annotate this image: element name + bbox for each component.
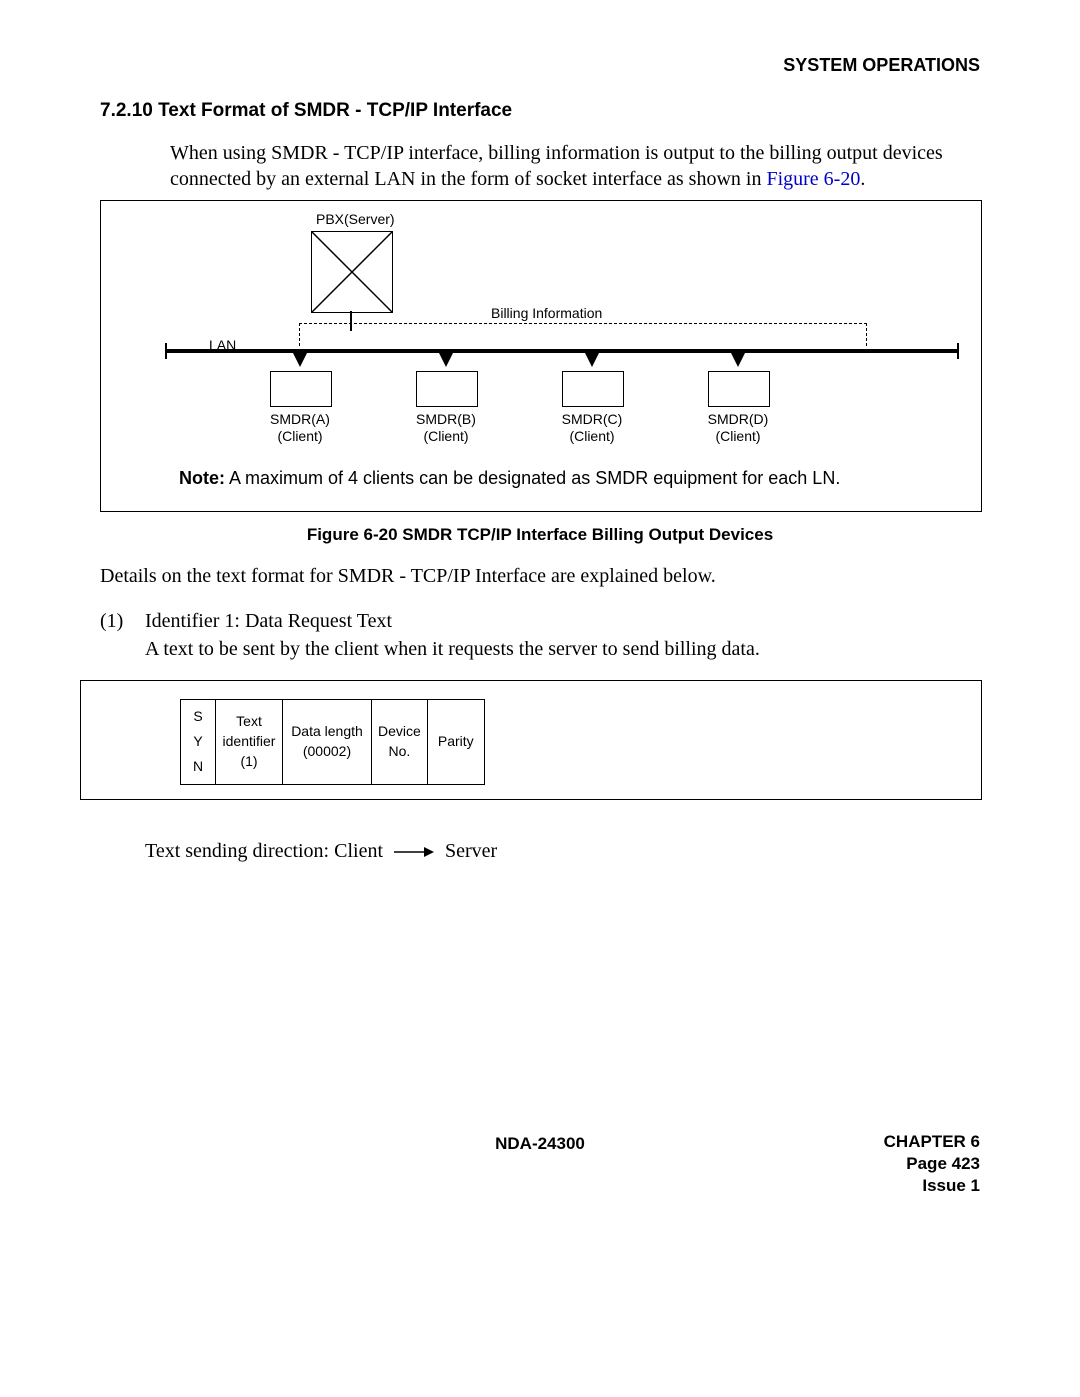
- sending-after: Server: [445, 840, 497, 862]
- list-number: (1): [100, 610, 123, 633]
- billing-info-label: Billing Information: [491, 305, 602, 321]
- table-cell-identifier: Text identifier (1): [216, 700, 283, 785]
- figure-note: Note: A maximum of 4 clients can be desi…: [179, 468, 903, 489]
- list-item-title: Identifier 1: Data Request Text: [145, 610, 392, 633]
- table-cell-parity: Parity: [427, 700, 484, 785]
- client-label-a: SMDR(A)(Client): [255, 411, 345, 445]
- note-text: A maximum of 4 clients can be designated…: [225, 468, 840, 488]
- billing-dashed-bracket: [299, 323, 867, 346]
- footer-page-info: CHAPTER 6 Page 423 Issue 1: [884, 1131, 980, 1197]
- arrow-down-icon: [439, 353, 453, 367]
- section-heading: 7.2.10 Text Format of SMDR - TCP/IP Inte…: [100, 100, 512, 122]
- section-title: Text Format of SMDR - TCP/IP Interface: [158, 100, 512, 121]
- client-box-c: [562, 371, 624, 407]
- figure-caption: Figure 6-20 SMDR TCP/IP Interface Billin…: [0, 525, 1080, 545]
- list-item-desc: A text to be sent by the client when it …: [145, 638, 760, 661]
- client-label-b: SMDR(B)(Client): [401, 411, 491, 445]
- lan-endcap-left: [165, 343, 167, 359]
- footer-page: Page 423: [884, 1153, 980, 1175]
- pbx-label: PBX(Server): [316, 211, 395, 227]
- lan-bus-line: [167, 349, 957, 353]
- client-box-b: [416, 371, 478, 407]
- arrow-down-icon: [293, 353, 307, 367]
- page-root: SYSTEM OPERATIONS 7.2.10 Text Format of …: [0, 0, 1080, 1397]
- table-cell-syn: S Y N: [181, 700, 216, 785]
- text-format-frame: S Y N Text identifier (1) Data length (0…: [80, 680, 982, 800]
- figure-box: PBX(Server) Billing Information LAN SMDR…: [100, 200, 982, 512]
- details-paragraph: Details on the text format for SMDR - TC…: [100, 565, 716, 588]
- footer-issue: Issue 1: [884, 1175, 980, 1197]
- sending-direction: Text sending direction: Client Server: [145, 840, 497, 864]
- section-number: 7.2.10: [100, 100, 153, 121]
- running-header: SYSTEM OPERATIONS: [783, 55, 980, 76]
- text-format-table: S Y N Text identifier (1) Data length (0…: [180, 699, 485, 785]
- arrow-down-icon: [585, 353, 599, 367]
- note-label: Note:: [179, 468, 225, 488]
- figure-link[interactable]: Figure 6-20: [766, 168, 860, 190]
- table-cell-data-length: Data length (00002): [283, 700, 372, 785]
- client-box-a: [270, 371, 332, 407]
- client-label-d: SMDR(D)(Client): [693, 411, 783, 445]
- lan-endcap-right: [957, 343, 959, 359]
- arrow-right-icon: [394, 841, 434, 864]
- arrow-down-icon: [731, 353, 745, 367]
- table-cell-device-no: Device No.: [372, 700, 428, 785]
- footer-chapter: CHAPTER 6: [884, 1131, 980, 1153]
- intro-text-after: .: [860, 168, 865, 190]
- intro-paragraph: When using SMDR - TCP/IP interface, bill…: [170, 140, 980, 192]
- pbx-server-icon: [311, 231, 393, 313]
- sending-before: Text sending direction: Client: [145, 840, 383, 862]
- client-label-c: SMDR(C)(Client): [547, 411, 637, 445]
- client-box-d: [708, 371, 770, 407]
